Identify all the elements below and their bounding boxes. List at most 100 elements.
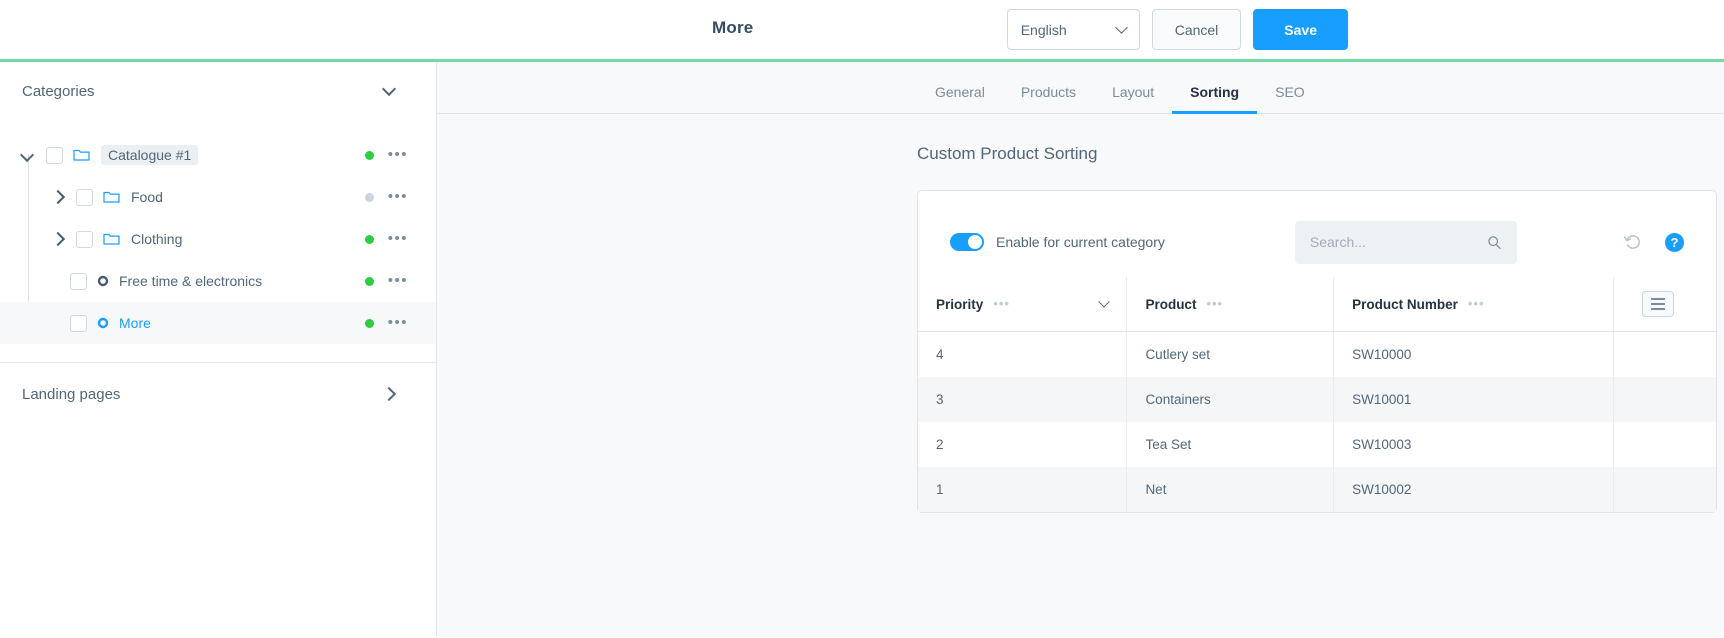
cell-actions	[1614, 332, 1716, 378]
tree-item-actions: •••	[364, 273, 408, 288]
expand-toggle-icon[interactable]	[20, 147, 36, 163]
tree-item-checkbox[interactable]	[76, 230, 93, 248]
status-dot	[364, 318, 374, 328]
sort-chevron-icon[interactable]	[1098, 296, 1111, 308]
expand-toggle-icon[interactable]	[50, 231, 66, 247]
table-header-row: Priority ••• Product ••• Product Number …	[918, 277, 1716, 332]
cell-product: Tea Set	[1126, 422, 1335, 467]
status-dot	[364, 192, 374, 202]
table-row[interactable]: 1 Net SW10002	[918, 467, 1716, 512]
table-head: Priority ••• Product ••• Product Number …	[918, 277, 1716, 332]
language-select[interactable]: English	[1006, 9, 1140, 50]
tree-item-actions: •••	[364, 189, 408, 204]
sidebar: Categories Catalogue #1 ••• Food ••• Clo…	[0, 62, 437, 637]
landing-pages-panel-header[interactable]: Landing pages	[0, 363, 436, 425]
categories-panel-header[interactable]: Categories	[0, 62, 436, 120]
hamburger-icon[interactable]	[1642, 291, 1675, 317]
toolbar-icons: ?	[1623, 232, 1684, 252]
more-options-icon[interactable]: •••	[388, 147, 408, 162]
column-label: Product	[1145, 296, 1197, 312]
tree-item-actions: •••	[364, 231, 408, 246]
enable-for-current-category-toggle[interactable]	[950, 233, 984, 251]
language-select-value: English	[1020, 21, 1067, 38]
column-options-icon[interactable]: •••	[1468, 297, 1485, 310]
search-input[interactable]: Search...	[1294, 220, 1517, 264]
cell-product: Net	[1126, 467, 1335, 512]
tree-item-checkbox[interactable]	[76, 188, 93, 206]
tab-bar: General Products Layout Sorting SEO	[437, 62, 1724, 114]
tab-general[interactable]: General	[917, 84, 1003, 113]
cell-actions	[1613, 467, 1716, 512]
folder-icon	[103, 233, 120, 245]
search-icon[interactable]	[1487, 235, 1502, 250]
tree-item-food[interactable]: Food •••	[0, 176, 436, 218]
more-options-icon[interactable]: •••	[388, 189, 408, 204]
search-placeholder: Search...	[1309, 234, 1366, 250]
category-tree: Catalogue #1 ••• Food ••• Clothing ••• F…	[0, 120, 436, 344]
tab-sorting[interactable]: Sorting	[1172, 84, 1258, 114]
tree-item-label: Clothing	[131, 231, 183, 247]
cell-priority: 4	[918, 331, 1128, 377]
status-dot	[364, 150, 374, 160]
cell-priority: 3	[918, 377, 1128, 422]
more-options-icon[interactable]: •••	[388, 231, 408, 246]
chevron-down-icon	[1114, 21, 1128, 34]
circle-dot-icon	[97, 275, 109, 287]
tree-item-checkbox[interactable]	[70, 314, 87, 332]
column-label: Priority	[936, 296, 984, 312]
tab-seo[interactable]: SEO	[1257, 84, 1323, 113]
enable-toggle-row[interactable]: Enable for current category	[950, 233, 1165, 251]
column-options-icon[interactable]: •••	[993, 297, 1010, 310]
cell-actions	[1613, 377, 1716, 422]
tree-item-free-time-electronics[interactable]: Free time & electronics •••	[0, 260, 436, 302]
tree-item-catalogue-1[interactable]: Catalogue #1 •••	[0, 134, 436, 176]
cell-number: SW10002	[1333, 467, 1615, 512]
status-dot	[364, 234, 374, 244]
cancel-button[interactable]: Cancel	[1151, 9, 1242, 50]
column-header-product-number[interactable]: Product Number •••	[1333, 277, 1615, 332]
chevron-down-icon[interactable]	[381, 81, 397, 96]
tree-item-label: Catalogue #1	[101, 145, 199, 165]
more-options-icon[interactable]: •••	[388, 273, 408, 288]
save-button[interactable]: Save	[1253, 9, 1348, 50]
table-body: 4 Cutlery set SW10000 3 Containers SW100…	[918, 331, 1716, 512]
tab-layout[interactable]: Layout	[1094, 84, 1172, 113]
toggle-knob	[968, 235, 982, 249]
help-icon[interactable]: ?	[1665, 232, 1684, 252]
cell-priority: 2	[918, 422, 1128, 467]
tab-products[interactable]: Products	[1003, 84, 1094, 113]
reset-icon[interactable]	[1623, 232, 1643, 252]
sorting-table: Priority ••• Product ••• Product Number …	[918, 277, 1716, 512]
cell-number: SW10000	[1333, 331, 1615, 377]
column-header-actions	[1613, 277, 1716, 332]
cell-priority: 1	[918, 467, 1128, 512]
tree-item-label: More	[119, 315, 151, 331]
categories-label: Categories	[22, 82, 95, 100]
column-header-priority[interactable]: Priority •••	[918, 277, 1128, 332]
tree-item-label: Free time & electronics	[119, 273, 263, 289]
column-options-icon[interactable]: •••	[1206, 297, 1223, 310]
body: Categories Catalogue #1 ••• Food ••• Clo…	[0, 62, 1724, 637]
expand-toggle-icon[interactable]	[50, 189, 66, 205]
status-dot	[364, 276, 374, 286]
tree-item-checkbox[interactable]	[70, 272, 87, 290]
tree-item-more[interactable]: More •••	[0, 302, 436, 344]
tree-item-clothing[interactable]: Clothing •••	[0, 218, 436, 260]
cell-number: SW10001	[1333, 377, 1615, 422]
custom-product-sorting-card: Enable for current category Search... ?	[917, 190, 1717, 513]
table-row[interactable]: 3 Containers SW10001	[918, 377, 1716, 422]
tree-item-label: Food	[131, 189, 163, 205]
folder-open-icon	[73, 149, 90, 161]
cell-product: Cutlery set	[1126, 331, 1335, 377]
tree-item-checkbox[interactable]	[46, 146, 63, 164]
column-header-product[interactable]: Product •••	[1126, 277, 1335, 332]
more-options-icon[interactable]: •••	[388, 315, 408, 330]
card-toolbar: Enable for current category Search... ?	[918, 219, 1716, 265]
smart-bar-actions: English Cancel Save	[1006, 9, 1704, 50]
table-row[interactable]: 2 Tea Set SW10003	[918, 422, 1716, 467]
chevron-right-icon[interactable]	[381, 386, 397, 402]
section-title: Custom Product Sorting	[917, 144, 1098, 163]
cell-product: Containers	[1126, 377, 1335, 422]
table-row[interactable]: 4 Cutlery set SW10000	[918, 331, 1716, 378]
cell-number: SW10003	[1333, 422, 1615, 467]
